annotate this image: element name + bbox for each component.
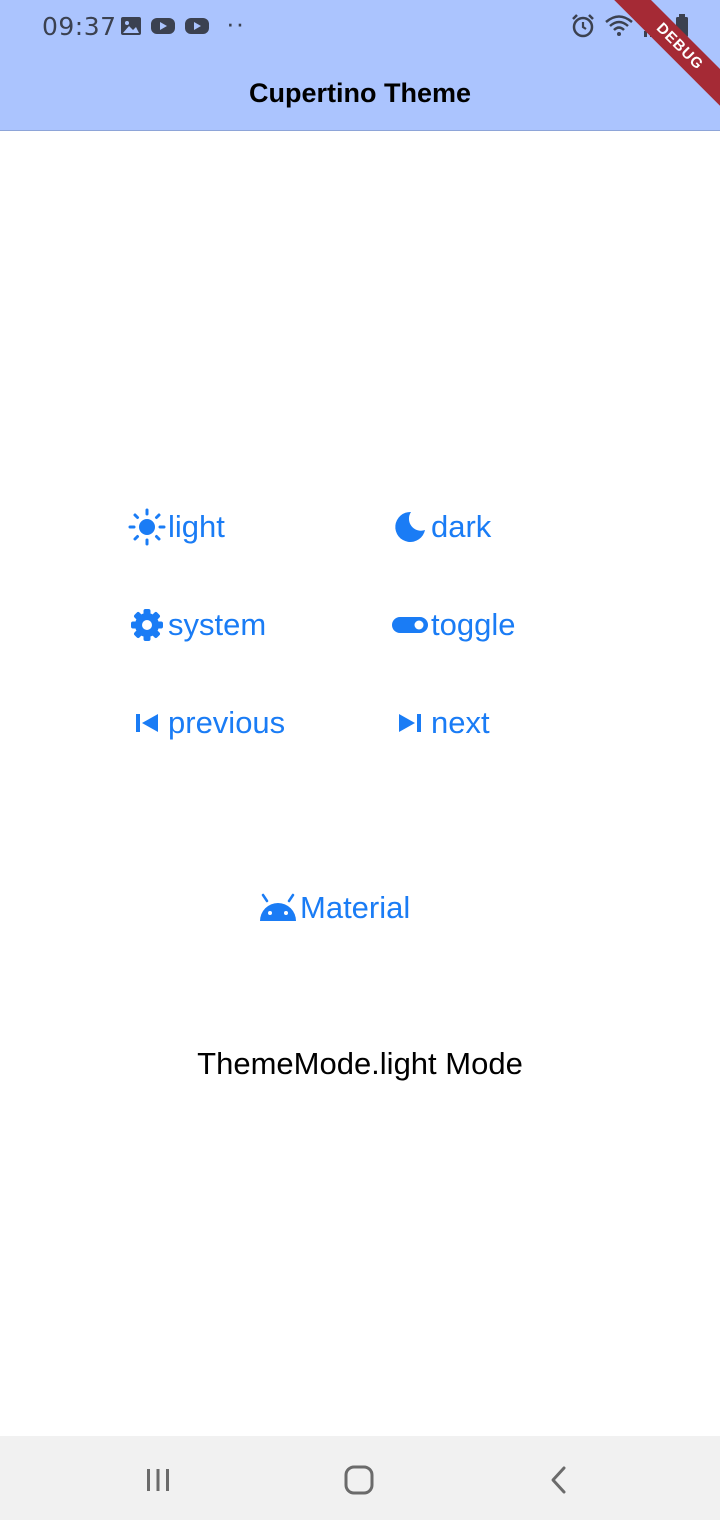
dark-button-label: dark — [431, 509, 492, 544]
app-bar: Cupertino Theme — [0, 56, 720, 131]
material-button-label: Material — [300, 890, 411, 925]
theme-mode-text: ThemeMode.light Mode — [197, 1046, 523, 1081]
back-button[interactable] — [538, 1458, 582, 1502]
android-icon — [260, 893, 296, 921]
skip-previous-icon — [136, 714, 158, 732]
youtube-icon — [151, 18, 175, 34]
next-button[interactable]: next — [391, 704, 490, 742]
image-icon — [121, 17, 141, 35]
status-more-indicator: ·· — [226, 8, 246, 38]
toggle-button-label: toggle — [431, 607, 516, 642]
home-button[interactable] — [337, 1458, 381, 1502]
status-notification-icons — [120, 15, 210, 37]
recents-icon — [147, 1469, 169, 1491]
back-icon — [551, 1466, 566, 1494]
status-bar: 09:37 ·· — [0, 0, 720, 56]
alarm-icon — [572, 14, 594, 38]
gear-icon — [131, 609, 163, 641]
youtube-icon — [185, 18, 209, 34]
moon-icon — [395, 511, 425, 542]
dark-button[interactable]: dark — [391, 508, 491, 546]
next-button-label: next — [431, 705, 490, 740]
system-button[interactable]: system — [128, 606, 266, 644]
navigation-bar — [0, 1436, 720, 1520]
home-icon — [344, 1465, 374, 1495]
toggle-button[interactable]: toggle — [391, 606, 515, 644]
light-button[interactable]: light — [128, 508, 225, 546]
previous-button[interactable]: previous — [128, 704, 285, 742]
skip-next-icon — [399, 714, 421, 732]
light-button-label: light — [168, 509, 225, 544]
wifi-icon — [605, 15, 633, 36]
sun-icon — [128, 508, 166, 546]
page-title: Cupertino Theme — [248, 77, 471, 108]
previous-button-label: previous — [168, 705, 286, 740]
status-time: 09:37 — [42, 12, 117, 41]
material-button[interactable]: Material — [258, 889, 410, 927]
toggle-icon — [392, 617, 428, 633]
system-button-label: system — [168, 607, 267, 642]
recents-button[interactable] — [136, 1458, 180, 1502]
